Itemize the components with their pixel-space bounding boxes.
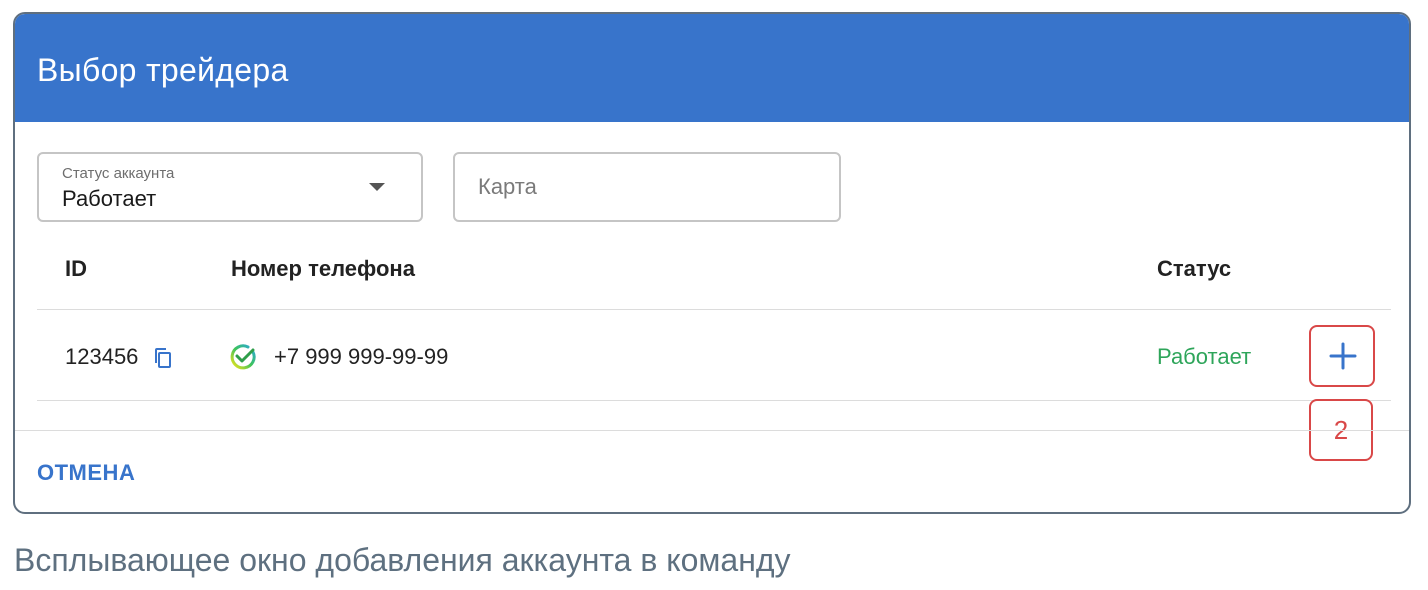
column-header-id: ID [65,256,87,281]
footer-divider [15,430,1409,431]
dropdown-arrow-icon [369,183,385,191]
table-header-divider [37,309,1391,310]
card-input[interactable] [453,152,841,222]
row-status: Работает [1157,344,1252,369]
account-status-value: Работает [62,186,157,211]
dialog-title: Выбор трейдера [37,52,289,88]
account-status-label: Статус аккаунта [62,165,175,182]
plus-icon [1329,342,1357,370]
column-header-phone: Номер телефона [231,256,415,281]
screenshot-caption: Всплывающее окно добавления аккаунта в к… [14,542,791,578]
column-header-status: Статус [1157,256,1232,281]
copy-icon[interactable] [153,347,173,369]
trader-select-dialog: Выбор трейдера Статус аккаунта Работает … [13,12,1411,514]
add-account-button[interactable] [1309,325,1375,387]
table-row-divider [37,400,1391,401]
row-id: 123456 [65,344,139,369]
dialog-header: Выбор трейдера [15,14,1409,122]
sber-check-icon [229,343,257,371]
row-phone: +7 999 999-99-99 [274,344,449,369]
cancel-button[interactable]: ОТМЕНА [37,458,135,488]
account-status-select[interactable]: Статус аккаунта Работает [37,152,423,222]
